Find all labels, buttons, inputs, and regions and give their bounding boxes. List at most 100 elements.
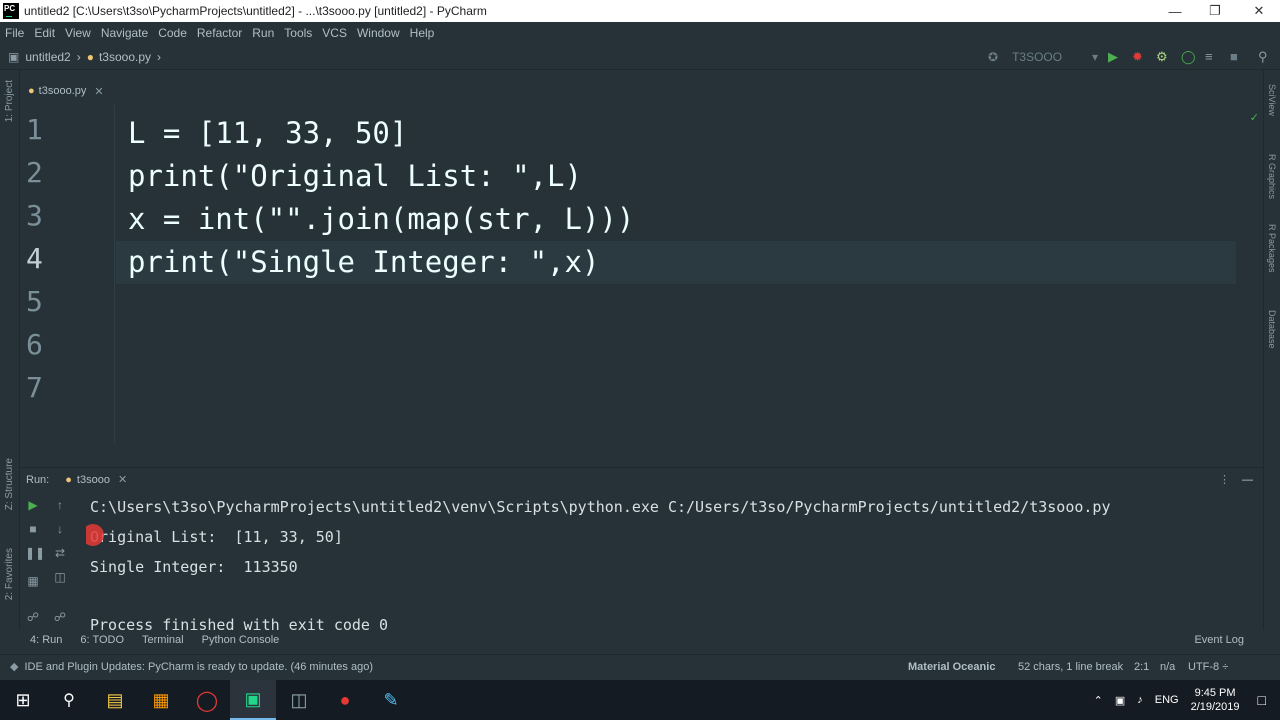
line-number: 2 (26, 156, 43, 189)
menu-run[interactable]: Run (247, 26, 279, 40)
tool-r-graphics[interactable]: R Graphics (1267, 154, 1277, 199)
run-icon[interactable]: ▶ (1108, 49, 1118, 65)
pause-icon[interactable]: ❚❚ (25, 546, 45, 560)
chevron-down-icon: ▾ (1091, 50, 1098, 64)
time: 9:45 PM (1194, 687, 1236, 699)
encoding[interactable]: UTF-8 ÷ (1188, 661, 1228, 673)
left-tool-strip: 1: Project Z: Structure 2: Favorites (0, 70, 20, 630)
rerun-icon[interactable]: ▶ (25, 498, 41, 512)
notepad-icon[interactable]: ✎ (368, 680, 414, 720)
restore-button[interactable]: ❐ (1192, 0, 1238, 22)
menu-help[interactable]: Help (405, 26, 440, 40)
pycharm-taskbar-icon[interactable]: ▣ (230, 680, 276, 720)
python-config-icon: ✪ (988, 50, 999, 64)
pin-icon[interactable]: ☍ (25, 610, 41, 624)
profile-icon[interactable]: ◯ (1181, 49, 1196, 65)
tool-favorites[interactable]: 2: Favorites (4, 548, 15, 600)
tab-t3sooo[interactable]: ● t3sooo.py ✕ (20, 79, 112, 103)
console-line: Original List: [11, 33, 50] (90, 528, 343, 546)
soft-wrap-icon[interactable]: ⇄ (52, 546, 68, 560)
menu-window[interactable]: Window (352, 26, 405, 40)
link-icon[interactable]: ☍ (52, 610, 68, 624)
more-options-icon[interactable]: ⋮ (1219, 473, 1230, 486)
run-console-output[interactable]: C:\Users\t3so\PycharmProjects\untitled2\… (86, 492, 1256, 630)
network-icon[interactable]: ▣ (1115, 694, 1125, 707)
scroll-down-icon[interactable]: ↓ (52, 522, 68, 536)
menu-file[interactable]: File (0, 26, 29, 40)
windows-start-icon[interactable]: ⊞ (0, 680, 46, 720)
windows-taskbar: ⊞ ⚲ ▤ ▦ ◯ ▣ ◫ ● ✎ (0, 680, 1280, 720)
window-title: untitled2 [C:\Users\t3so\PycharmProjects… (24, 4, 487, 18)
char-count: 52 chars, 1 line break (1018, 660, 1124, 673)
line-number: 4 (26, 242, 43, 275)
tool-window-tabs: 4: Run 6: TODO Terminal Python Console E… (20, 630, 1260, 650)
code-editor[interactable]: 1 2 3 4 5 6 7 L = [11, 33, 50] print("Or… (20, 105, 1263, 443)
menu-vcs[interactable]: VCS (317, 26, 352, 40)
tab-todo[interactable]: 6: TODO (80, 634, 124, 646)
print-icon[interactable]: ◫ (52, 570, 68, 584)
menu-navigate[interactable]: Navigate (96, 26, 153, 40)
layout-icon[interactable]: ▦ (25, 574, 41, 588)
clock[interactable]: 9:45 PM 2/19/2019 (1191, 686, 1240, 714)
event-log-button[interactable]: Event Log (1194, 634, 1244, 646)
notifications-icon[interactable]: □ (1258, 692, 1266, 708)
breadcrumb-project[interactable]: untitled2 (25, 50, 70, 64)
file-explorer-icon[interactable]: ▤ (92, 680, 138, 720)
app-icon[interactable]: ◫ (276, 680, 322, 720)
menu-tools[interactable]: Tools (279, 26, 317, 40)
line-number: 6 (26, 328, 43, 361)
tab-label: t3sooo.py (38, 85, 87, 97)
tab-run[interactable]: 4: Run (30, 634, 62, 646)
breadcrumb-chevron-icon: › (157, 49, 162, 64)
stop-icon[interactable]: ■ (1230, 49, 1238, 64)
stop-run-icon[interactable]: ■ (25, 522, 41, 536)
close-icon[interactable]: ✕ (94, 85, 103, 98)
status-bar: ◆ IDE and Plugin Updates: PyCharm is rea… (0, 654, 1280, 678)
menu-code[interactable]: Code (153, 26, 192, 40)
line-number: 7 (26, 371, 43, 404)
tool-database[interactable]: Database (1267, 310, 1277, 349)
python-file-icon: ● (28, 85, 35, 97)
system-tray: ⌃ ▣ ♪ ENG 9:45 PM 2/19/2019 □ (1094, 680, 1280, 720)
record-icon[interactable]: ● (322, 680, 368, 720)
tray-chevron-icon[interactable]: ⌃ (1094, 694, 1103, 707)
tool-sciview[interactable]: SciView (1267, 84, 1277, 116)
line-number: 1 (26, 113, 43, 146)
run-tab[interactable]: t3sooo (77, 474, 110, 486)
close-run-tab-icon[interactable]: ✕ (118, 473, 127, 486)
coverage-icon[interactable]: ⚙ (1156, 49, 1168, 65)
volume-icon[interactable]: ♪ (1137, 694, 1143, 706)
run-config-select[interactable]: ✪ T3SOOO ▾ (988, 47, 1098, 67)
breadcrumb-file[interactable]: t3sooo.py (99, 50, 151, 64)
caret-position[interactable]: 2:1 (1134, 661, 1149, 673)
theme-label[interactable]: Material Oceanic (908, 661, 995, 673)
language-indicator[interactable]: ENG (1155, 694, 1179, 706)
search-icon[interactable]: ⚲ (46, 680, 92, 720)
menu-view[interactable]: View (60, 26, 96, 40)
scroll-up-icon[interactable]: ↑ (52, 498, 68, 512)
breadcrumb-separator-icon: › (76, 49, 81, 64)
search-icon[interactable]: ⚲ (1258, 49, 1268, 65)
tool-project[interactable]: 1: Project (4, 80, 15, 122)
debug-icon[interactable]: ✹ (1132, 49, 1143, 65)
close-window-button[interactable]: ✕ (1236, 0, 1280, 22)
code-line[interactable]: L = [11, 33, 50] (128, 112, 1248, 155)
menu-refactor[interactable]: Refactor (192, 26, 247, 40)
line-number: 5 (26, 285, 43, 318)
concurrency-icon[interactable]: ≡ (1205, 49, 1213, 64)
tab-terminal[interactable]: Terminal (142, 634, 184, 646)
hide-panel-icon[interactable]: — (1242, 474, 1253, 486)
tool-r-packages[interactable]: R Packages (1267, 224, 1277, 273)
code-line[interactable]: print("Original List: ",L) (128, 155, 1248, 198)
status-message[interactable]: IDE and Plugin Updates: PyCharm is ready… (24, 661, 373, 673)
code-line[interactable]: x = int("".join(map(str, L))) (128, 198, 1248, 241)
sublime-icon[interactable]: ▦ (138, 680, 184, 720)
code-line-current[interactable]: print("Single Integer: ",x) (116, 241, 1236, 284)
tab-python-console[interactable]: Python Console (202, 634, 280, 646)
tool-structure[interactable]: Z: Structure (4, 458, 15, 510)
line-separator[interactable]: n/a (1160, 661, 1175, 673)
opera-icon[interactable]: ◯ (184, 680, 230, 720)
console-line: Single Integer: 113350 (90, 558, 298, 576)
console-line: Process finished with exit code 0 (90, 616, 389, 630)
menu-edit[interactable]: Edit (29, 26, 60, 40)
